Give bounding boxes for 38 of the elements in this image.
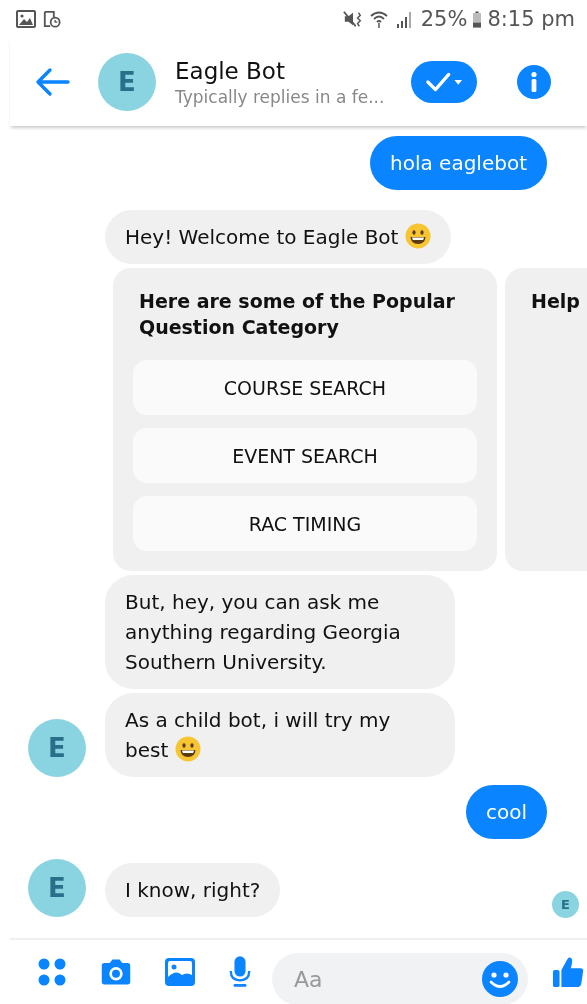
image-icon[interactable] [164, 957, 196, 987]
back-button[interactable] [34, 67, 70, 97]
phone-clock-icon [42, 10, 62, 28]
quick-reply-button[interactable]: COURSE SEARCH [133, 360, 477, 415]
message-input[interactable]: Aa [292, 965, 482, 993]
grid-menu-icon[interactable] [36, 957, 68, 987]
avatar: E [98, 53, 156, 111]
thumbs-up-icon[interactable] [552, 955, 584, 989]
message-field[interactable]: Aa [272, 953, 528, 1004]
wifi-icon [368, 10, 389, 28]
info-icon[interactable] [517, 65, 551, 99]
sent-message: cool [465, 785, 547, 839]
card-title: Here are some of the Popular Question Category [138, 289, 456, 340]
checkmark-caret-icon[interactable] [425, 70, 463, 94]
card-title: Help [530, 289, 581, 314]
contact-name: Eagle Bot [175, 57, 286, 84]
quick-reply-button[interactable]: RAC TIMING [133, 496, 477, 551]
clock: 8:15 pm [487, 7, 575, 31]
received-message: Hey! Welcome to Eagle Bot [105, 210, 451, 264]
status-subtitle: Typically replies in a fe... [175, 86, 386, 107]
received-message: But, hey, you can ask me anything regarding Georgia Southern University. [105, 575, 455, 689]
image-notification-icon [16, 10, 36, 28]
received-message: As a child bot, i will try my best [105, 693, 455, 777]
avatar: E [28, 859, 86, 917]
battery-percentage: 25% [420, 7, 468, 31]
quick-reply-button[interactable]: EVENT SEARCH [133, 428, 477, 483]
camera-icon[interactable] [100, 957, 132, 987]
read-receipt-avatar: E [552, 891, 579, 918]
avatar: E [28, 719, 86, 777]
microphone-icon[interactable] [228, 955, 252, 989]
mute-vibrate-icon [342, 10, 363, 28]
received-message: I know, right? [105, 863, 281, 917]
sent-message: hola eaglebot [370, 136, 547, 190]
grinning-face-icon [174, 736, 201, 762]
check-dropdown-button[interactable] [411, 61, 477, 103]
emoji-icon[interactable] [482, 961, 518, 997]
battery-icon [473, 10, 482, 28]
grinning-face-icon [404, 223, 431, 249]
